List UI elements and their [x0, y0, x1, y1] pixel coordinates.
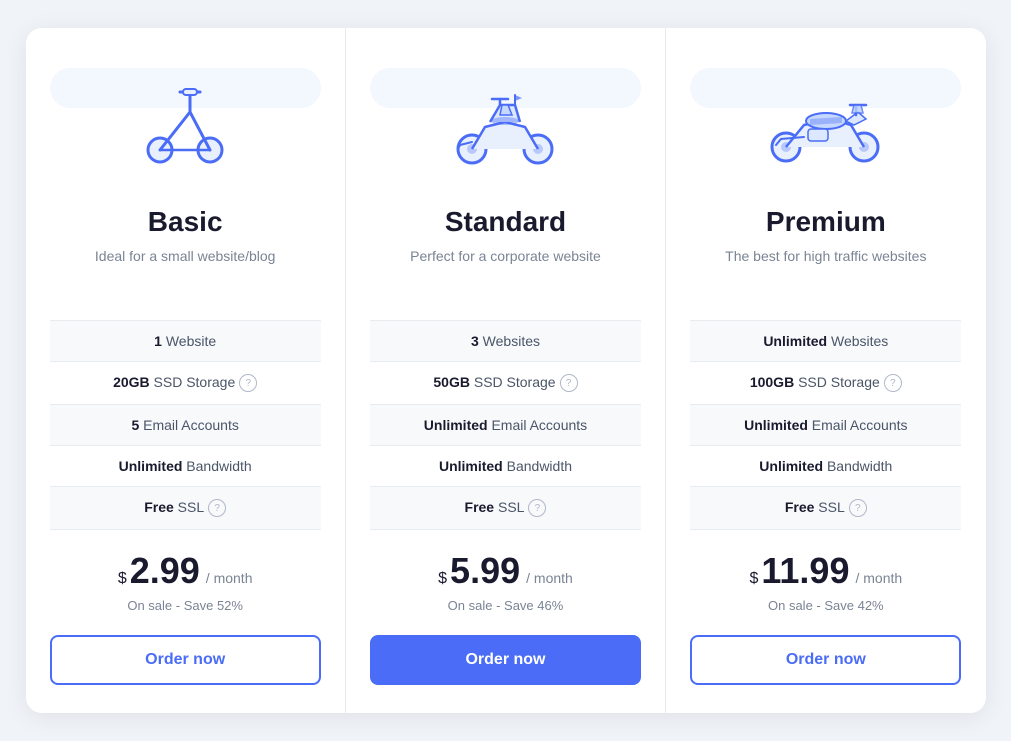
- premium-title: Premium: [766, 206, 886, 238]
- basic-feature-3: Unlimited Bandwidth: [50, 446, 321, 487]
- premium-feature-3: Unlimited Bandwidth: [690, 446, 961, 487]
- premium-feature-2-bold: Unlimited: [744, 417, 808, 433]
- pricing-container: Basic Ideal for a small website/blog 1 Web…: [26, 28, 986, 714]
- standard-period: / month: [526, 570, 573, 586]
- basic-order-button[interactable]: Order now: [50, 635, 321, 685]
- premium-sale-text: On sale - Save 42%: [690, 598, 961, 613]
- standard-feature-1-text: SSD Storage: [470, 374, 556, 390]
- standard-currency: $: [438, 570, 447, 588]
- standard-feature-0-bold: 3: [471, 333, 479, 349]
- premium-feature-0-text: Websites: [827, 333, 888, 349]
- premium-feature-0-bold: Unlimited: [763, 333, 827, 349]
- premium-feature-4: Free SSL?: [690, 487, 961, 530]
- premium-vehicle-icon: [766, 77, 886, 172]
- premium-pricing: $11.99 / month On sale - Save 42% Order now: [690, 550, 961, 685]
- standard-sale-text: On sale - Save 46%: [370, 598, 641, 613]
- premium-feature-2-text: Email Accounts: [808, 417, 908, 433]
- basic-icon-area: [50, 60, 321, 190]
- premium-feature-4-text: SSL: [814, 499, 844, 515]
- standard-price-line: $5.99 / month: [370, 550, 641, 592]
- basic-feature-4-text: SSL: [174, 499, 204, 515]
- basic-price: 2.99: [130, 550, 200, 592]
- standard-feature-2-text: Email Accounts: [488, 417, 588, 433]
- premium-feature-1: 100GB SSD Storage?: [690, 362, 961, 405]
- basic-price-line: $2.99 / month: [50, 550, 321, 592]
- plan-card-premium: Premium The best for high traffic website…: [666, 28, 985, 714]
- basic-feature-3-bold: Unlimited: [119, 458, 183, 474]
- premium-currency: $: [749, 570, 758, 588]
- basic-period: / month: [206, 570, 253, 586]
- standard-icon-area: [370, 60, 641, 190]
- basic-feature-2-text: Email Accounts: [139, 417, 239, 433]
- standard-price: 5.99: [450, 550, 520, 592]
- basic-currency: $: [118, 570, 127, 588]
- standard-feature-1-info-icon[interactable]: ?: [560, 374, 578, 392]
- plan-card-basic: Basic Ideal for a small website/blog 1 Web…: [26, 28, 346, 714]
- standard-feature-3-text: Bandwidth: [503, 458, 572, 474]
- basic-feature-2: 5 Email Accounts: [50, 405, 321, 446]
- standard-feature-0-text: Websites: [479, 333, 540, 349]
- basic-feature-0-text: Website: [162, 333, 216, 349]
- premium-order-button[interactable]: Order now: [690, 635, 961, 685]
- standard-feature-1: 50GB SSD Storage?: [370, 362, 641, 405]
- basic-feature-3-text: Bandwidth: [182, 458, 251, 474]
- standard-features-table: 3 Websites50GB SSD Storage?Unlimited Ema…: [370, 320, 641, 531]
- standard-feature-4-info-icon[interactable]: ?: [528, 499, 546, 517]
- premium-feature-3-text: Bandwidth: [823, 458, 892, 474]
- basic-vehicle-icon: [135, 72, 235, 177]
- basic-features-table: 1 Website20GB SSD Storage?5 Email Accoun…: [50, 320, 321, 531]
- premium-icon-area: [690, 60, 961, 190]
- basic-feature-0-bold: 1: [154, 333, 162, 349]
- basic-pricing: $2.99 / month On sale - Save 52% Order now: [50, 550, 321, 685]
- standard-feature-4-text: SSL: [494, 499, 524, 515]
- basic-title: Basic: [148, 206, 223, 238]
- standard-feature-2: Unlimited Email Accounts: [370, 405, 641, 446]
- premium-feature-4-info-icon[interactable]: ?: [849, 499, 867, 517]
- premium-price: 11.99: [761, 550, 849, 592]
- standard-pricing: $5.99 / month On sale - Save 46% Order now: [370, 550, 641, 685]
- basic-feature-1-info-icon[interactable]: ?: [239, 374, 257, 392]
- standard-feature-0: 3 Websites: [370, 321, 641, 362]
- premium-features-table: Unlimited Websites100GB SSD Storage?Unli…: [690, 320, 961, 531]
- standard-feature-3: Unlimited Bandwidth: [370, 446, 641, 487]
- premium-price-line: $11.99 / month: [690, 550, 961, 592]
- basic-feature-1: 20GB SSD Storage?: [50, 362, 321, 405]
- basic-feature-1-text: SSD Storage: [150, 374, 236, 390]
- basic-feature-1-bold: 20GB: [113, 374, 150, 390]
- basic-feature-4-bold: Free: [144, 499, 174, 515]
- premium-feature-0: Unlimited Websites: [690, 321, 961, 362]
- basic-feature-4-info-icon[interactable]: ?: [208, 499, 226, 517]
- standard-feature-4: Free SSL?: [370, 487, 641, 530]
- standard-feature-3-bold: Unlimited: [439, 458, 503, 474]
- standard-title: Standard: [445, 206, 566, 238]
- standard-order-button[interactable]: Order now: [370, 635, 641, 685]
- premium-feature-3-bold: Unlimited: [759, 458, 823, 474]
- premium-feature-1-bold: 100GB: [750, 374, 794, 390]
- standard-feature-1-bold: 50GB: [433, 374, 470, 390]
- standard-feature-2-bold: Unlimited: [424, 417, 488, 433]
- basic-feature-4: Free SSL?: [50, 487, 321, 530]
- premium-period: / month: [855, 570, 902, 586]
- standard-feature-4-bold: Free: [465, 499, 495, 515]
- premium-feature-4-bold: Free: [785, 499, 815, 515]
- standard-description: Perfect for a corporate website: [410, 246, 601, 296]
- plan-card-standard: Standard Perfect for a corporate website 3…: [346, 28, 666, 714]
- basic-description: Ideal for a small website/blog: [95, 246, 276, 296]
- premium-description: The best for high traffic websites: [725, 246, 926, 296]
- premium-feature-1-text: SSD Storage: [794, 374, 880, 390]
- premium-feature-2: Unlimited Email Accounts: [690, 405, 961, 446]
- standard-vehicle-icon: [450, 77, 560, 172]
- basic-feature-0: 1 Website: [50, 321, 321, 362]
- premium-feature-1-info-icon[interactable]: ?: [884, 374, 902, 392]
- basic-sale-text: On sale - Save 52%: [50, 598, 321, 613]
